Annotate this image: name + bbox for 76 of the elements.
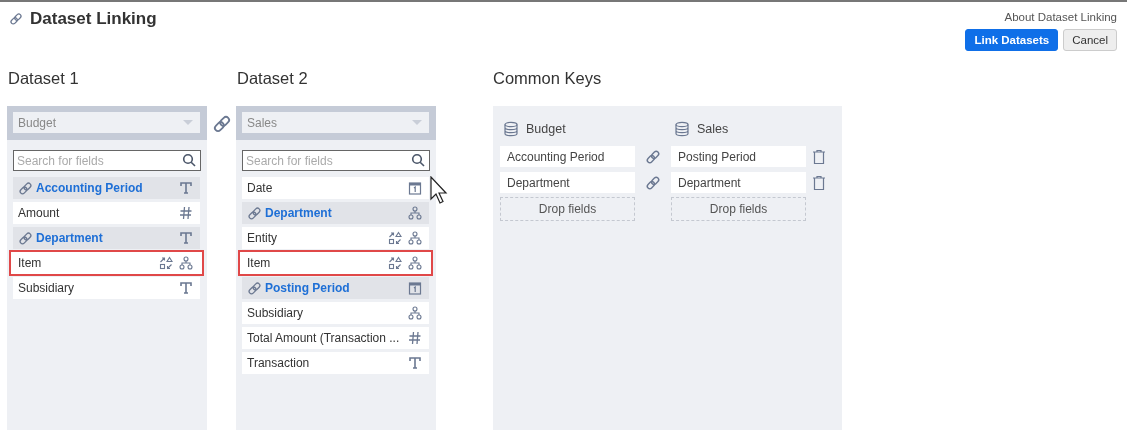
section-heading: Common Keys — [493, 68, 603, 88]
field-item[interactable]: Department — [13, 227, 200, 249]
cancel-button[interactable]: Cancel — [1063, 29, 1117, 51]
link-icon — [247, 205, 262, 221]
calendar-icon — [408, 281, 422, 295]
search-field[interactable]: Search for fields — [13, 150, 201, 171]
key-field[interactable]: Department — [500, 172, 635, 193]
field-item[interactable]: Department — [242, 202, 429, 224]
field-item[interactable]: Subsidiary — [242, 302, 429, 324]
convert-icon — [388, 231, 402, 245]
hierarchy-icon — [179, 256, 193, 270]
hash-icon — [408, 331, 422, 345]
field-label: Department — [36, 231, 103, 245]
calendar-icon — [408, 181, 422, 195]
database-icon — [503, 121, 519, 137]
caret-icon — [412, 119, 422, 126]
link-icon — [211, 114, 232, 134]
key-field[interactable]: Department — [671, 172, 806, 193]
search-icon[interactable] — [182, 153, 196, 167]
field-label: Amount — [18, 206, 60, 220]
link-datasets-button[interactable]: Link Datasets — [965, 29, 1059, 51]
trash-icon[interactable] — [811, 174, 826, 191]
field-item[interactable]: Item — [238, 250, 433, 276]
search-field[interactable]: Search for fields — [242, 150, 430, 171]
field-item[interactable]: Item — [9, 250, 204, 276]
link-icon — [18, 180, 33, 196]
convert-icon — [388, 256, 402, 270]
dataset-name: Sales — [697, 122, 729, 136]
trash-icon[interactable] — [811, 148, 826, 165]
field-label: Item — [18, 256, 42, 270]
mouse-pointer-icon — [430, 176, 448, 204]
text-type-icon — [408, 356, 422, 370]
field-label: Subsidiary — [247, 306, 304, 320]
link-icon — [247, 280, 262, 296]
hierarchy-icon — [408, 206, 422, 220]
dataset-heading: Dataset 1 — [8, 68, 80, 88]
field-label: Posting Period — [265, 281, 350, 295]
field-item[interactable]: Amount — [13, 202, 200, 224]
drop-zone[interactable]: Drop fields — [671, 197, 806, 221]
dataset-heading: Dataset 2 — [237, 68, 309, 88]
field-label: Entity — [247, 231, 277, 245]
help-link[interactable]: About Dataset Linking — [1004, 11, 1117, 23]
search-icon[interactable] — [411, 153, 425, 167]
field-label: Transaction — [247, 356, 310, 370]
field-item[interactable]: Total Amount (Transaction ... — [242, 327, 429, 349]
link-icon — [645, 148, 661, 165]
hierarchy-icon — [408, 306, 422, 320]
key-field[interactable]: Accounting Period — [500, 146, 635, 167]
hierarchy-icon — [408, 231, 422, 245]
field-label: Date — [247, 181, 273, 195]
drop-zone[interactable]: Drop fields — [500, 197, 635, 221]
caret-icon — [183, 119, 193, 126]
key-field[interactable]: Posting Period — [671, 146, 806, 167]
field-label: Total Amount (Transaction ... — [247, 331, 400, 345]
link-icon — [645, 174, 661, 191]
field-label: Item — [247, 256, 271, 270]
hierarchy-icon — [408, 256, 422, 270]
convert-icon — [159, 256, 173, 270]
field-label: Subsidiary — [18, 281, 75, 295]
field-item[interactable]: Subsidiary — [13, 277, 200, 299]
link-icon — [18, 230, 33, 246]
text-type-icon — [179, 181, 193, 195]
dataset-name: Budget — [526, 122, 566, 136]
field-item[interactable]: Accounting Period — [13, 177, 200, 199]
hash-icon — [179, 206, 193, 220]
text-type-icon — [179, 231, 193, 245]
field-item[interactable]: Posting Period — [242, 277, 429, 299]
database-icon — [674, 121, 690, 137]
field-item[interactable]: Entity — [242, 227, 429, 249]
field-item[interactable]: Date — [242, 177, 429, 199]
text-type-icon — [179, 281, 193, 295]
link-icon — [9, 12, 23, 26]
field-label: Department — [265, 206, 332, 220]
field-label: Accounting Period — [36, 181, 143, 195]
page-title: Dataset Linking — [30, 9, 157, 29]
field-item[interactable]: Transaction — [242, 352, 429, 374]
